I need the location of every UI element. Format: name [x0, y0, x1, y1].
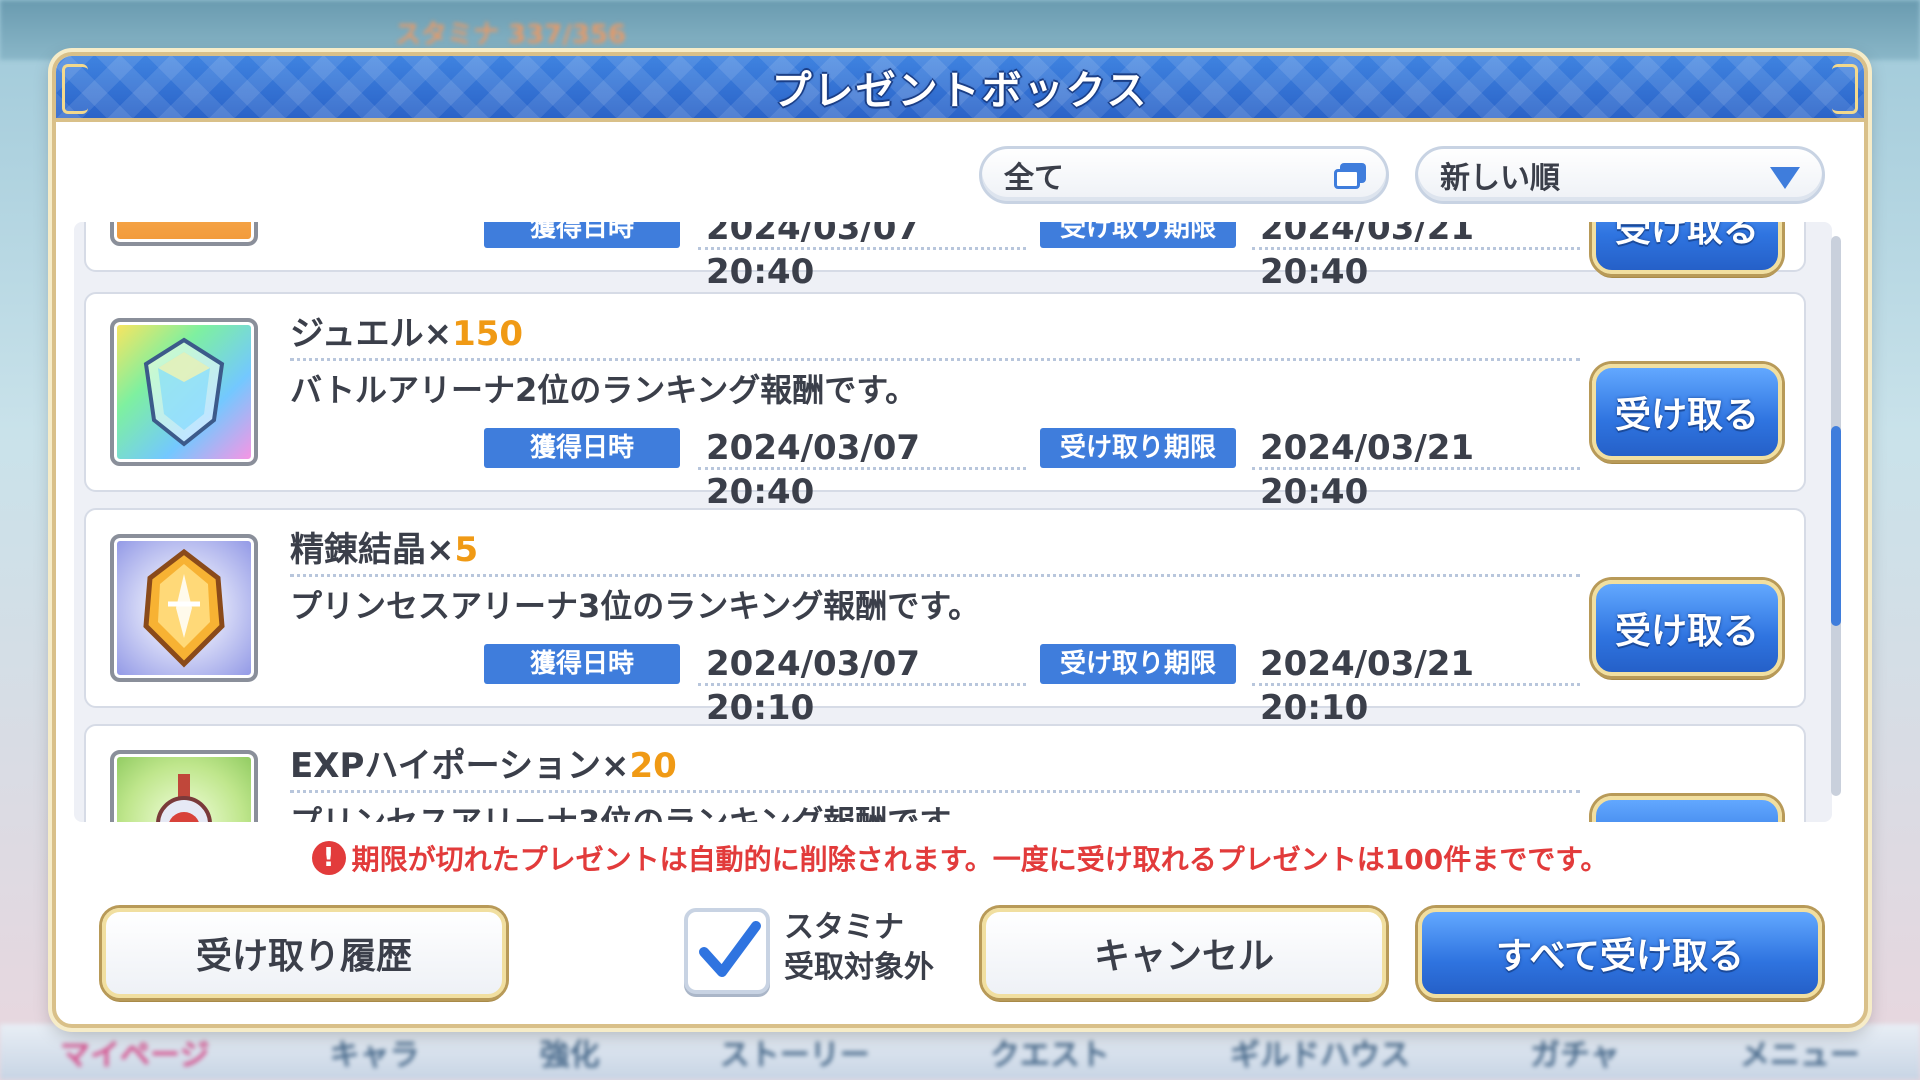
corner-ornament-left — [62, 64, 88, 114]
divider — [290, 790, 1580, 793]
item-description: プリンセスアリーナ3位のランキング報酬です。 — [290, 803, 981, 822]
obtained-badge: 獲得日時 — [484, 644, 680, 684]
sort-dropdown[interactable]: 新しい順 — [1415, 146, 1825, 204]
item-quantity: 5 — [454, 530, 479, 570]
background-header — [0, 0, 1920, 60]
obtained-date: 2024/03/07 20:10 — [698, 642, 1026, 728]
item-quantity: 20 — [629, 746, 677, 786]
present-card: EXPハイポーション×20 プリンセスアリーナ3位のランキング報酬です。 受け取… — [84, 724, 1806, 822]
item-name-text: EXPハイポーション× — [290, 746, 630, 786]
obtained-date: 2024/03/07 20:40 — [698, 222, 1026, 292]
deadline-badge: 受け取り期限 — [1040, 222, 1236, 248]
receive-button-label: 受け取る — [1614, 395, 1759, 436]
item-name-text: ジュエル× — [290, 314, 453, 354]
present-card: ジュエル×150 バトルアリーナ2位のランキング報酬です。 獲得日時 2024/… — [84, 292, 1806, 512]
filter-label: 全て — [1004, 161, 1064, 196]
nav-item-character: キャラ — [329, 1038, 420, 1073]
filter-window-icon — [1334, 163, 1366, 189]
exp-potion-icon — [110, 750, 258, 822]
filter-row: 全て 新しい順 — [56, 136, 1864, 204]
deadline-date: 2024/03/21 20:10 — [1252, 642, 1580, 728]
sort-label: 新しい順 — [1440, 161, 1560, 196]
item-quantity: 150 — [452, 314, 524, 354]
receive-button-label: 受け取る — [1615, 818, 1759, 822]
present-card: 精錬結晶×5 プリンセスアリーナ3位のランキング報酬です。 獲得日時 2024/… — [84, 508, 1806, 728]
nav-item-story: ストーリー — [719, 1038, 870, 1073]
obtained-badge: 獲得日時 — [484, 222, 680, 248]
warning-icon: ! — [311, 841, 346, 875]
expiry-notice: ! 期限が切れたプレゼントは自動的に削除されます。一度に受け取れるプレゼントは10… — [56, 838, 1864, 878]
chevron-down-icon — [1770, 167, 1800, 189]
background-stamina: スタミナ 337/356 — [395, 20, 627, 50]
stamina-label-line1: スタミナ — [784, 910, 904, 945]
item-name: EXPハイポーション×20 — [290, 742, 677, 790]
nav-item-mypage: マイページ — [60, 1038, 210, 1073]
cancel-button[interactable]: キャンセル — [982, 908, 1386, 998]
receive-button-label: 受け取る — [1614, 611, 1759, 652]
deadline-date: 2024/03/21 20:40 — [1252, 426, 1580, 512]
receive-history-button[interactable]: 受け取り履歴 — [102, 908, 506, 998]
present-meta-row: 獲得日時 2024/03/07 20:40 受け取り期限 2024/03/21 … — [86, 222, 1804, 292]
item-name: ジュエル×150 — [290, 310, 523, 358]
nav-item-gacha: ガチャ — [1530, 1038, 1620, 1073]
receive-button[interactable]: 受け取る — [1592, 222, 1782, 274]
stamina-label-line2: 受取対象外 — [784, 950, 934, 985]
deadline-badge: 受け取り期限 — [1040, 428, 1236, 468]
dialog-header: プレゼントボックス — [56, 56, 1864, 122]
divider — [290, 358, 1580, 361]
present-meta-row: 獲得日時 2024/03/07 20:40 受け取り期限 2024/03/21 … — [86, 426, 1804, 512]
stamina-exclude-label: スタミナ 受取対象外 — [784, 908, 964, 988]
receive-button[interactable]: 受け取る — [1592, 364, 1782, 460]
present-list[interactable]: 獲得日時 2024/03/07 20:40 受け取り期限 2024/03/21 … — [74, 222, 1832, 822]
item-name-text: 精錬結晶× — [290, 530, 455, 570]
receive-button[interactable]: 受け取る — [1592, 796, 1782, 822]
checkmark-icon — [699, 921, 761, 977]
divider — [290, 574, 1580, 577]
nav-item-quest: クエスト — [989, 1038, 1110, 1073]
background-nav-bar: マイページ キャラ 強化 ストーリー クエスト ギルドハウス ガチャ メニュー — [0, 1024, 1920, 1080]
item-name: 精錬結晶×5 — [290, 526, 478, 574]
stamina-exclude-checkbox[interactable] — [684, 908, 770, 994]
nav-item-menu: メニュー — [1739, 1038, 1860, 1073]
present-box-dialog: プレゼントボックス 全て 新しい順 獲得日時 2024/03/07 20:40 … — [52, 52, 1868, 1028]
present-meta-row: 獲得日時 2024/03/07 20:10 受け取り期限 2024/03/21 … — [86, 642, 1804, 728]
obtained-badge: 獲得日時 — [484, 428, 680, 468]
receive-button[interactable]: 受け取る — [1592, 580, 1782, 676]
notice-text: 期限が切れたプレゼントは自動的に削除されます。一度に受け取れるプレゼントは100… — [351, 843, 1609, 876]
deadline-badge: 受け取り期限 — [1040, 644, 1236, 684]
nav-item-guild-house: ギルドハウス — [1230, 1038, 1410, 1073]
deadline-date: 2024/03/21 20:40 — [1252, 222, 1580, 292]
corner-ornament-right — [1832, 64, 1858, 114]
item-description: プリンセスアリーナ3位のランキング報酬です。 — [290, 587, 981, 625]
receive-button-label: 受け取る — [1614, 222, 1759, 250]
present-card: 獲得日時 2024/03/07 20:40 受け取り期限 2024/03/21 … — [84, 222, 1806, 292]
dialog-title: プレゼントボックス — [771, 68, 1149, 114]
obtained-date: 2024/03/07 20:40 — [698, 426, 1026, 512]
scrollbar-thumb[interactable] — [1831, 426, 1841, 626]
item-description: バトルアリーナ2位のランキング報酬です。 — [290, 371, 918, 409]
filter-dropdown[interactable]: 全て — [979, 146, 1389, 204]
list-scrollbar[interactable] — [1831, 236, 1841, 796]
receive-all-button[interactable]: すべて受け取る — [1418, 908, 1822, 998]
nav-item-enhance: 強化 — [539, 1038, 600, 1073]
